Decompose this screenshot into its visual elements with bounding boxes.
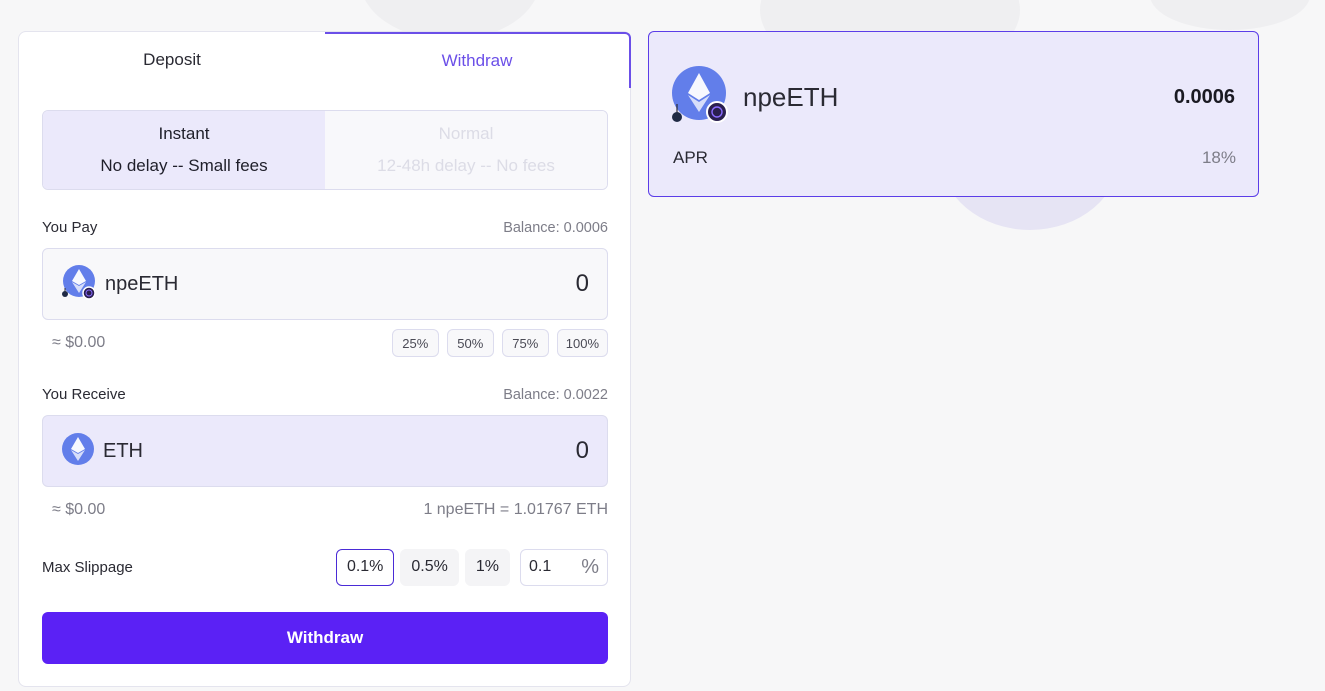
slippage-custom-field: % xyxy=(520,548,608,586)
pay-sub-row: ≈ $0.00 25% 50% 75% 100% xyxy=(42,328,608,358)
apr-value: 18% xyxy=(1201,148,1236,167)
mode-normal-option[interactable]: Normal 12-48h delay -- No fees xyxy=(325,111,607,189)
receive-token-name: ETH xyxy=(103,439,143,462)
percent-75-button[interactable]: 75% xyxy=(501,329,549,357)
pay-label-row: You Pay Balance: 0.0006 xyxy=(42,219,608,236)
summary-token-value: 0.0006 xyxy=(1173,86,1235,108)
receive-sub-row: ≈ $0.00 1 npeETH = 1.01767 ETH xyxy=(42,495,608,525)
exchange-rate: 1 npeETH = 1.01767 ETH xyxy=(423,501,608,518)
percent-100-button[interactable]: 100% xyxy=(556,329,608,357)
receive-label: You Receive xyxy=(42,386,126,403)
tab-bar: Deposit Withdraw xyxy=(19,32,631,88)
npeeth-large-icon xyxy=(671,66,729,129)
mode-instant-title: Instant xyxy=(158,124,210,143)
slippage-option-1[interactable]: 1% xyxy=(464,548,510,586)
summary-token-name: npeETH xyxy=(743,82,839,112)
background-shape xyxy=(1150,0,1310,30)
pay-label: You Pay xyxy=(42,219,98,236)
slippage-options: 0.1% 0.5% 1% % xyxy=(335,548,608,586)
receive-balance: Balance: 0.0022 xyxy=(503,386,608,403)
mode-normal-title: Normal xyxy=(438,124,494,143)
percent-50-button[interactable]: 50% xyxy=(446,329,494,357)
withdraw-button[interactable]: Withdraw xyxy=(42,612,608,664)
pay-usd-value: ≈ $0.00 xyxy=(52,334,106,351)
mode-instant-option[interactable]: Instant No delay -- Small fees xyxy=(43,111,325,189)
slippage-label: Max Slippage xyxy=(42,558,133,576)
summary-apr-row: APR 18% xyxy=(673,148,1236,168)
position-summary-card: npeETH 0.0006 APR 18% xyxy=(648,31,1259,197)
slippage-custom-input[interactable] xyxy=(529,558,569,576)
summary-header: npeETH 0.0006 xyxy=(671,66,1235,129)
receive-amount-input xyxy=(389,437,589,465)
pay-amount-input[interactable] xyxy=(389,270,589,298)
apr-label: APR xyxy=(673,148,708,167)
npeeth-token-icon xyxy=(61,264,97,305)
slippage-option-0-1[interactable]: 0.1% xyxy=(335,548,395,586)
pay-balance: Balance: 0.0006 xyxy=(503,219,608,236)
receive-usd-value: ≈ $0.00 xyxy=(52,501,106,518)
percent-25-button[interactable]: 25% xyxy=(391,329,439,357)
tab-withdraw[interactable]: Withdraw xyxy=(325,32,631,88)
percent-sign: % xyxy=(581,555,599,578)
pay-field: npeETH xyxy=(42,248,608,320)
eth-token-icon xyxy=(61,432,95,471)
percent-buttons: 25% 50% 75% 100% xyxy=(391,329,608,357)
mode-normal-subtitle: 12-48h delay -- No fees xyxy=(377,156,555,175)
receive-label-row: You Receive Balance: 0.0022 xyxy=(42,386,608,403)
swap-card: Deposit Withdraw Instant No delay -- Sma… xyxy=(18,31,631,687)
pay-token-name: npeETH xyxy=(105,272,179,295)
withdraw-mode-selector: Instant No delay -- Small fees Normal 12… xyxy=(42,110,608,190)
slippage-option-0-5[interactable]: 0.5% xyxy=(400,548,459,586)
slippage-row: Max Slippage 0.1% 0.5% 1% % xyxy=(42,548,608,586)
receive-field: ETH xyxy=(42,415,608,487)
tab-deposit[interactable]: Deposit xyxy=(19,32,325,88)
mode-instant-subtitle: No delay -- Small fees xyxy=(100,156,268,175)
